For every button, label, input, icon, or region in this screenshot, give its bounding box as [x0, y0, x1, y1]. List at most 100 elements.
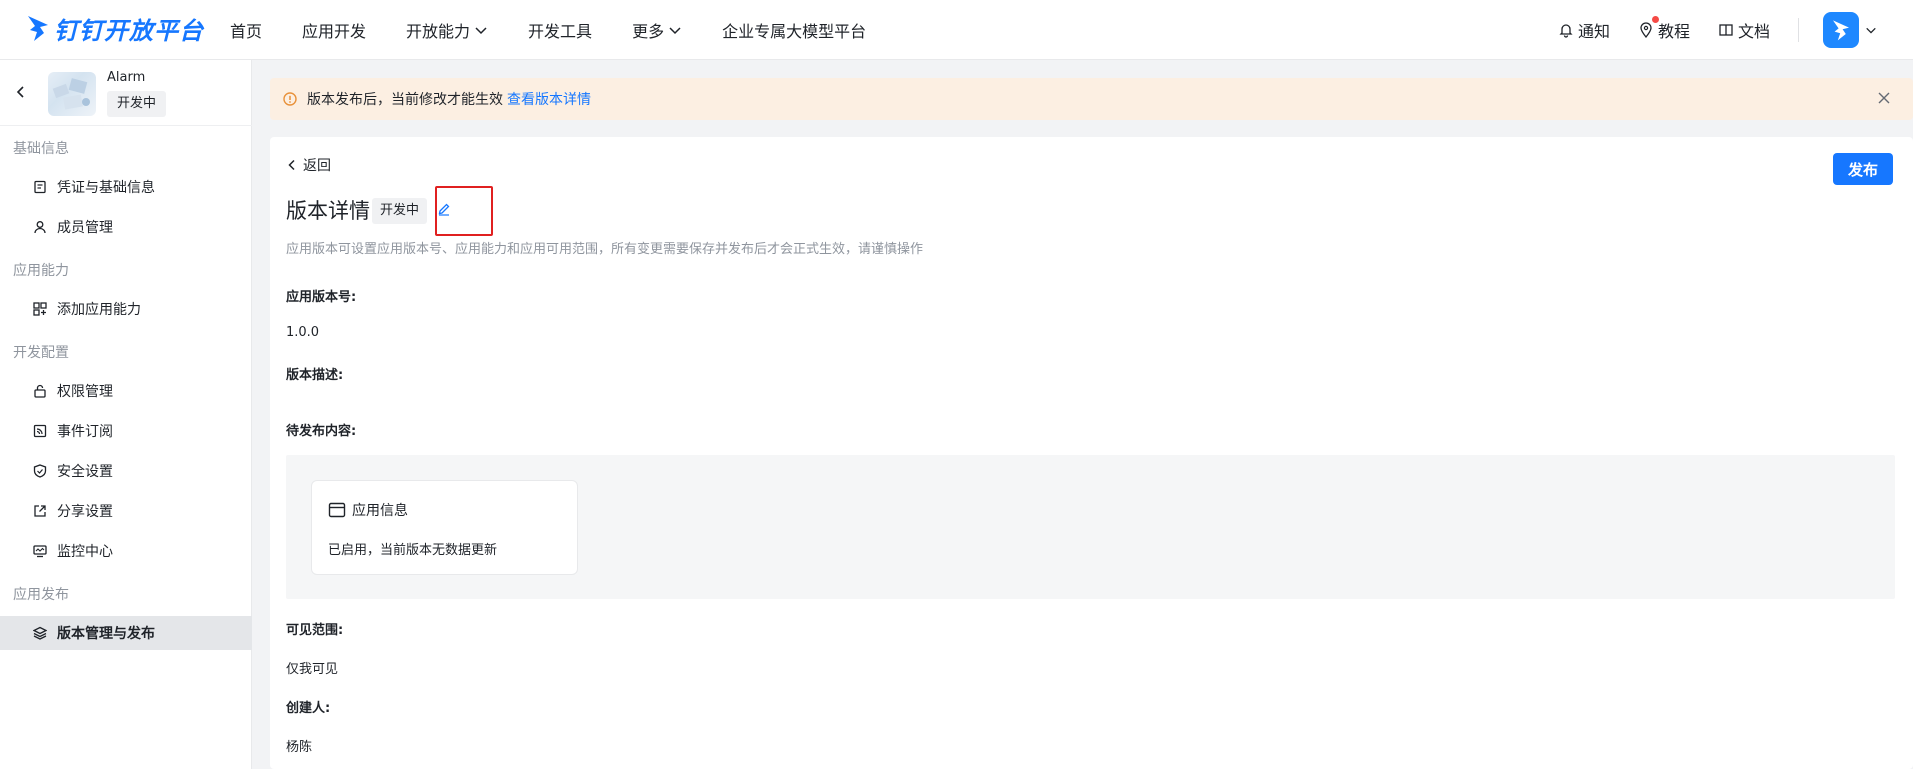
app-header: Alarm 开发中	[0, 60, 252, 126]
bell-icon	[1559, 24, 1573, 38]
section-basic-info: 基础信息	[13, 141, 69, 157]
sidebar-item-monitor[interactable]: 监控中心	[0, 534, 252, 568]
sidebar-item-share[interactable]: 分享设置	[0, 494, 252, 528]
scope-value: 仅我可见	[286, 662, 339, 677]
section-app-release: 应用发布	[13, 587, 69, 603]
sidebar-item-events[interactable]: 事件订阅	[0, 414, 252, 448]
page-description: 应用版本可设置应用版本号、应用能力和应用可用范围，所有变更需要保存并发布后才会正…	[286, 242, 924, 257]
rss-icon	[33, 424, 47, 438]
app-info-card-title: 应用信息	[352, 503, 408, 519]
lock-icon	[34, 384, 46, 398]
pending-content-area: 应用信息 已启用，当前版本无数据更新	[286, 455, 1895, 599]
chevron-down-icon	[475, 27, 487, 35]
back-link[interactable]: 返回	[287, 155, 331, 175]
app-thumbnail	[48, 72, 96, 116]
app-info-card[interactable]: 应用信息 已启用，当前版本无数据更新	[311, 480, 578, 575]
section-dev-config: 开发配置	[13, 345, 69, 361]
notification-dot	[1651, 16, 1659, 23]
docs-link[interactable]: 文档	[1718, 18, 1770, 42]
nav-app-dev-label: 应用开发	[302, 22, 367, 41]
scope-label: 可见范围:	[286, 623, 344, 638]
warning-circle-icon	[283, 92, 297, 106]
user-menu[interactable]	[1823, 12, 1877, 48]
info-banner: 版本发布后，当前修改才能生效 查看版本详情	[270, 78, 1913, 120]
app-status-badge: 开发中	[107, 91, 167, 117]
monitor-icon	[33, 545, 47, 558]
version-label: 应用版本号:	[286, 290, 357, 305]
main-nav: 首页 应用开发 开放能力 开发工具 更多 企业专属大模型平台	[230, 0, 906, 60]
nav-dev-tools[interactable]: 开发工具	[528, 18, 592, 42]
sidebar-item-version-release[interactable]: 版本管理与发布	[0, 616, 252, 650]
notify-label: 通知	[1577, 22, 1610, 41]
sidebar-item-credentials[interactable]: 凭证与基础信息	[0, 170, 252, 204]
avatar	[1823, 12, 1859, 48]
version-value: 1.0.0	[286, 325, 320, 340]
brand-logo[interactable]: 钉钉开放平台	[26, 10, 204, 46]
sidebar-item-label: 分享设置	[57, 504, 113, 520]
sidebar-item-label: 添加应用能力	[57, 302, 141, 318]
nav-right: 通知 教程 文档	[1558, 0, 1913, 60]
grid-add-icon	[33, 302, 47, 316]
sidebar-item-add-capability[interactable]: 添加应用能力	[0, 292, 252, 326]
nav-open-capability-label: 开放能力	[406, 22, 471, 41]
sidebar-item-label: 权限管理	[57, 384, 113, 400]
sidebar-item-label: 成员管理	[57, 220, 113, 236]
edit-icon[interactable]	[437, 202, 451, 216]
dingtalk-avatar-icon	[1833, 20, 1849, 41]
banner-text: 版本发布后，当前修改才能生效	[307, 92, 503, 108]
credential-icon	[34, 180, 46, 194]
tutorial-label: 教程	[1657, 22, 1690, 41]
top-navbar: 钉钉开放平台 首页 应用开发 开放能力 开发工具 更多 企业专属大模型平台 通知…	[0, 0, 1913, 60]
nav-divider	[1798, 18, 1799, 42]
app-info-card-header: 应用信息	[328, 500, 408, 520]
tutorial-link[interactable]: 教程	[1638, 16, 1690, 42]
app-info-card-body: 已启用，当前版本无数据更新	[328, 543, 498, 558]
user-icon	[34, 221, 46, 234]
view-version-detail-link[interactable]: 查看版本详情	[507, 89, 591, 109]
docs-label: 文档	[1737, 22, 1770, 41]
nav-home-label: 首页	[230, 22, 263, 41]
app-thumbnail-art-icon	[52, 78, 90, 110]
sidebar-item-label: 凭证与基础信息	[57, 180, 155, 196]
nav-home[interactable]: 首页	[230, 18, 262, 42]
sidebar-item-label: 事件订阅	[57, 424, 113, 440]
nav-open-capability[interactable]: 开放能力	[406, 18, 488, 42]
window-icon	[328, 502, 346, 518]
nav-more-label: 更多	[632, 22, 665, 41]
location-pin-icon	[1640, 22, 1652, 38]
sidebar-item-label: 版本管理与发布	[57, 626, 155, 642]
book-icon	[1719, 24, 1733, 36]
pending-content-label: 待发布内容:	[286, 424, 357, 439]
chevron-left-icon[interactable]	[14, 85, 26, 99]
brand-name: 钉钉开放平台	[54, 16, 204, 45]
share-icon	[34, 505, 46, 517]
close-icon[interactable]	[1877, 91, 1891, 105]
layers-icon	[33, 626, 47, 640]
sidebar-item-permissions[interactable]: 权限管理	[0, 374, 252, 408]
section-app-capability: 应用能力	[13, 263, 69, 279]
chevron-left-icon	[288, 159, 295, 171]
version-detail-card: 返回 发布 版本详情 开发中 应用版本可设置应用版本号、应用能力和应用可用范围，…	[270, 137, 1913, 769]
chevron-down-icon	[669, 27, 681, 35]
back-label: 返回	[303, 158, 331, 174]
nav-enterprise-llm[interactable]: 企业专属大模型平台	[722, 18, 866, 42]
nav-app-dev[interactable]: 应用开发	[302, 18, 366, 42]
creator-label: 创建人:	[286, 701, 331, 716]
sidebar-item-label: 监控中心	[57, 544, 113, 560]
sidebar-item-members[interactable]: 成员管理	[0, 210, 252, 244]
app-name: Alarm	[107, 70, 146, 85]
publish-button[interactable]: 发布	[1833, 153, 1893, 185]
chevron-down-icon	[1866, 27, 1876, 34]
sidebar-item-label: 安全设置	[57, 464, 113, 480]
nav-more[interactable]: 更多	[632, 18, 682, 42]
sidebar: Alarm 开发中 基础信息 凭证与基础信息 成员管理 应用能力 添加应用能力 …	[0, 60, 252, 769]
shield-icon	[33, 464, 47, 478]
nav-enterprise-llm-label: 企业专属大模型平台	[722, 22, 867, 41]
dingtalk-logo-icon	[28, 16, 48, 41]
page-title: 版本详情	[286, 199, 370, 223]
notify-link[interactable]: 通知	[1558, 18, 1610, 42]
creator-value: 杨陈	[286, 740, 313, 755]
nav-dev-tools-label: 开发工具	[528, 22, 593, 41]
sidebar-item-security[interactable]: 安全设置	[0, 454, 252, 488]
status-badge: 开发中	[372, 198, 428, 224]
